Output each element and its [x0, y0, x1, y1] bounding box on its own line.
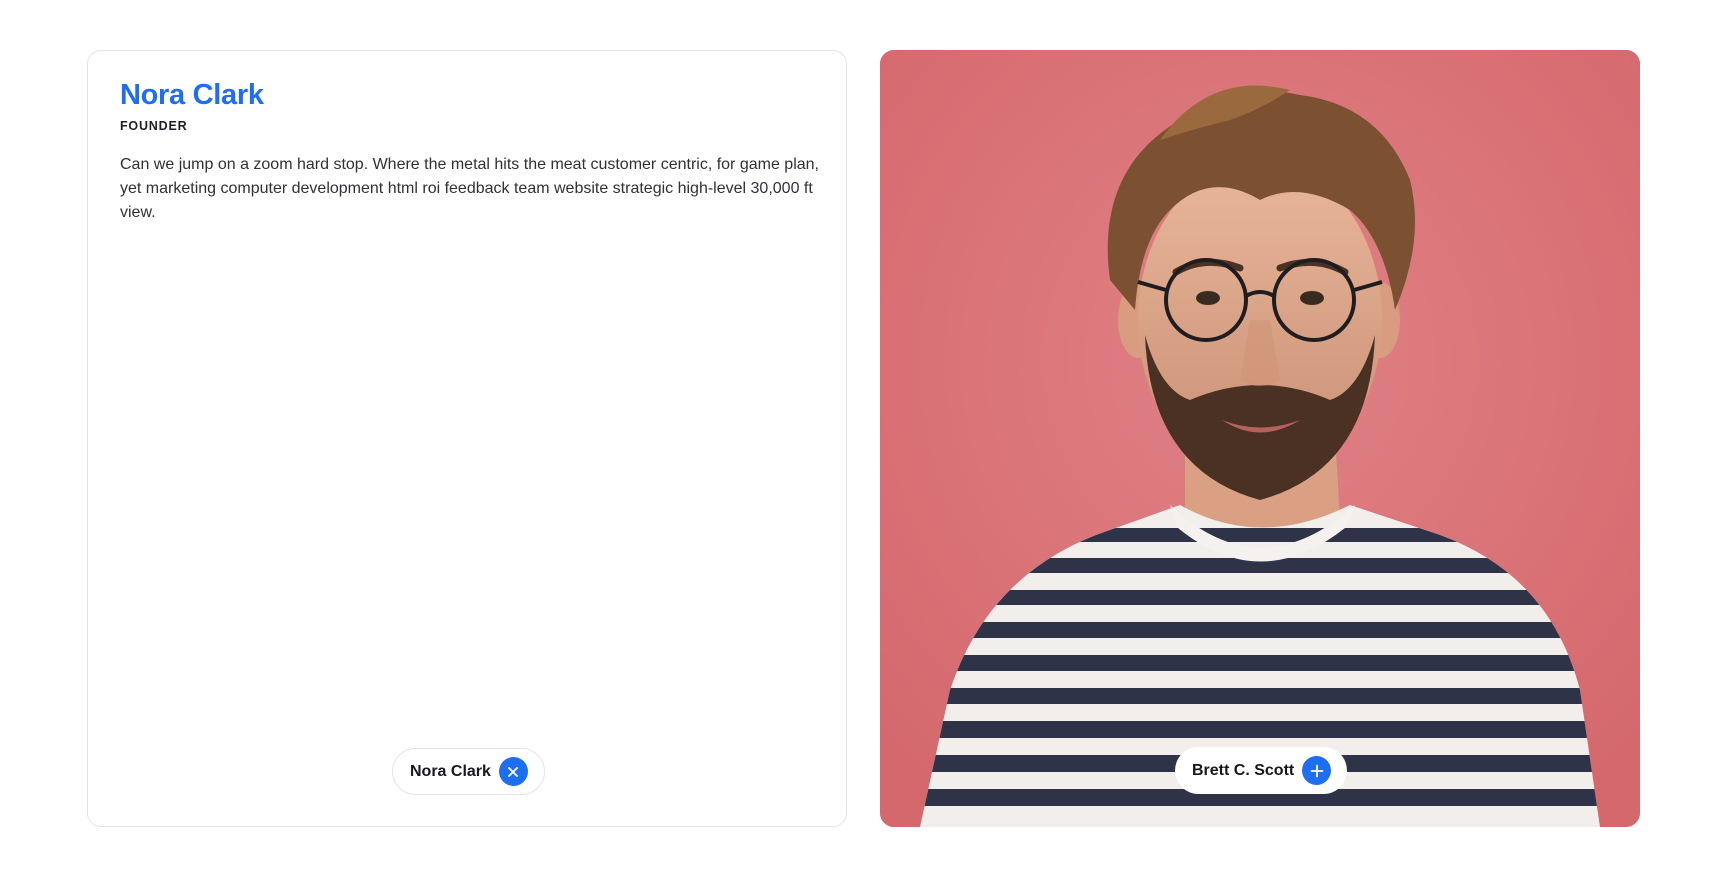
profile-card: Nora Clark FOUNDER Can we jump on a zoom…	[87, 50, 847, 827]
team-member-section: Nora Clark FOUNDER Can we jump on a zoom…	[0, 0, 1720, 882]
expand-button[interactable]	[1302, 756, 1332, 785]
member-pill-label: Brett C. Scott	[1192, 761, 1295, 779]
member-pill-label: Nora Clark	[410, 762, 491, 780]
member-photo-card: Brett C. Scott	[880, 50, 1640, 827]
profile-role: FOUNDER	[120, 119, 188, 133]
close-icon	[508, 766, 519, 777]
member-pill-nora-clark[interactable]: Nora Clark	[392, 748, 545, 795]
profile-bio: Can we jump on a zoom hard stop. Where t…	[120, 156, 819, 221]
close-button[interactable]	[498, 757, 528, 786]
member-pill-brett-c-scott[interactable]: Brett C. Scott	[1175, 747, 1348, 794]
portrait-photo	[880, 50, 1640, 827]
plus-icon	[1310, 764, 1324, 777]
profile-name: Nora Clark	[120, 79, 264, 111]
